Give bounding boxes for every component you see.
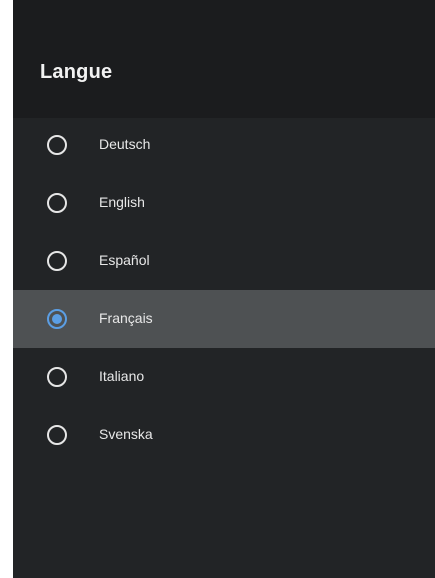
language-option-list: Deutsch English Español Français Italian… [13,116,435,464]
language-option-english[interactable]: English [13,174,435,232]
radio-button-icon[interactable] [47,193,67,213]
radio-button-icon[interactable] [47,309,67,329]
dialog-title: Langue [40,61,113,83]
language-option-espanol[interactable]: Español [13,232,435,290]
language-dialog: Langue Deutsch English Español Français … [13,0,435,578]
language-option-label: Español [99,252,150,268]
radio-button-icon[interactable] [47,135,67,155]
language-option-deutsch[interactable]: Deutsch [13,116,435,174]
language-option-label: Deutsch [99,136,151,152]
language-option-francais[interactable]: Français [13,290,435,348]
language-option-label: Français [99,310,153,326]
radio-button-icon[interactable] [47,367,67,387]
language-option-italiano[interactable]: Italiano [13,348,435,406]
radio-dot-icon [52,314,62,324]
language-option-label: Svenska [99,426,153,442]
radio-button-icon[interactable] [47,425,67,445]
dialog-header: Langue [13,0,435,118]
language-option-label: Italiano [99,368,145,384]
language-option-svenska[interactable]: Svenska [13,406,435,464]
language-option-label: English [99,194,145,210]
radio-button-icon[interactable] [47,251,67,271]
